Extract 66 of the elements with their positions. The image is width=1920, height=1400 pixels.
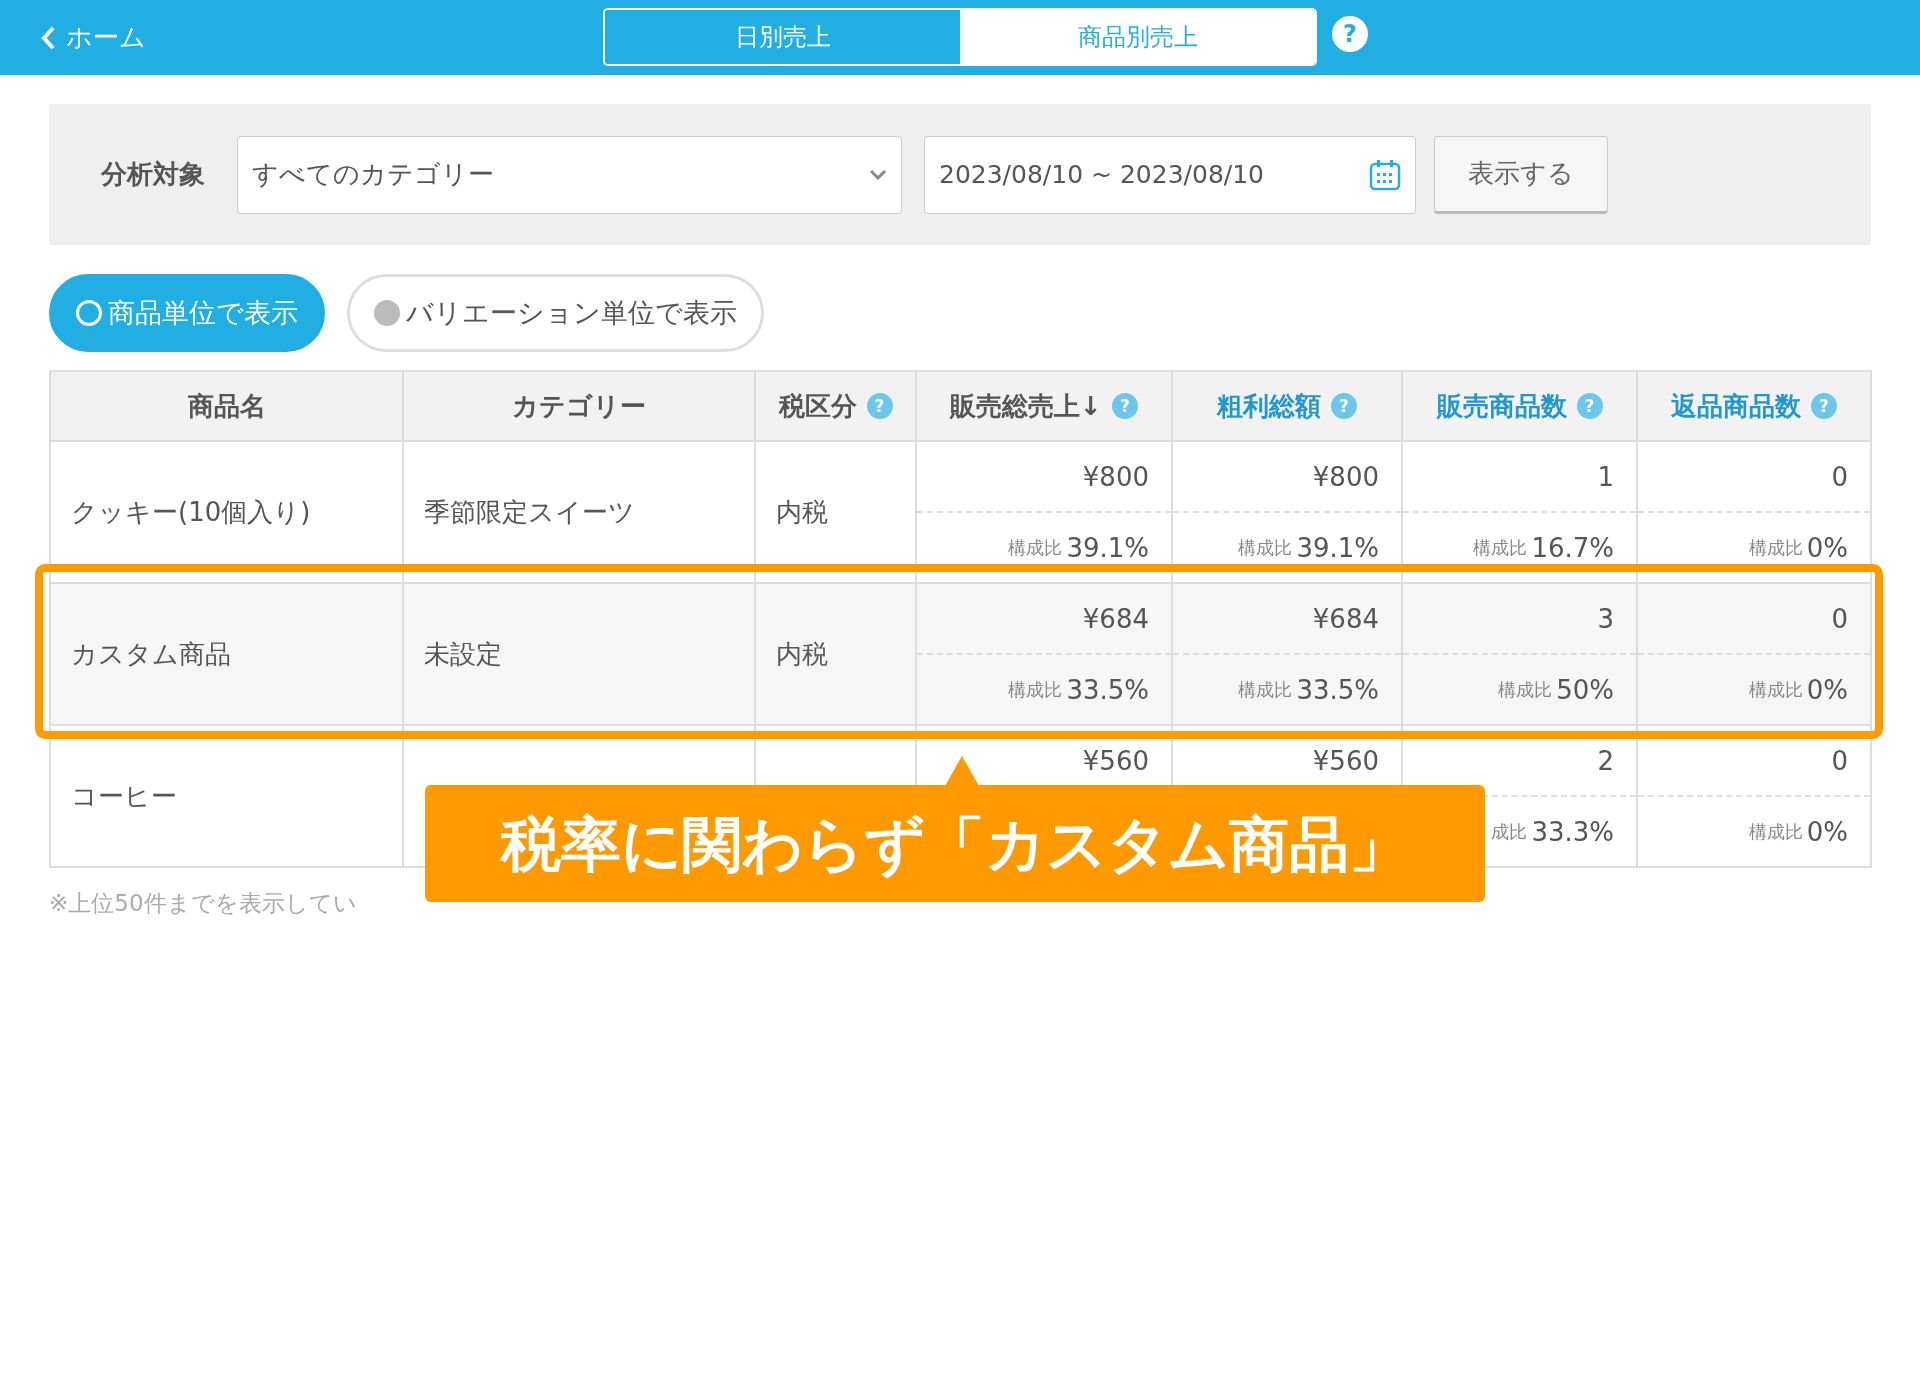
ratio-value: 33.3%: [1531, 816, 1614, 847]
calendar-icon[interactable]: [1369, 158, 1401, 191]
metric-value: ¥560: [1082, 745, 1149, 776]
metric-value: ¥684: [1082, 603, 1149, 634]
callout-banner: 税率に関わらず「カスタム商品」: [425, 785, 1485, 902]
back-button[interactable]: ホーム: [40, 20, 146, 55]
ratio-label: 構成比: [1238, 535, 1293, 560]
ratio-label: 構成比: [1748, 535, 1803, 560]
callout-pointer: [945, 756, 979, 786]
metric-value: 2: [1597, 745, 1614, 776]
column-header[interactable]: 返品商品数: [1671, 388, 1801, 424]
category-name: 季節限定スイーツ: [424, 496, 635, 527]
help-icon[interactable]: ?: [1811, 393, 1837, 419]
chevron-down-icon: [869, 168, 887, 181]
footnote: ※上位50件までを表示してい: [49, 889, 357, 918]
metric-value: 0: [1831, 745, 1848, 776]
show-button[interactable]: 表示する: [1434, 135, 1608, 214]
ratio-label: 構成比: [1748, 677, 1803, 702]
tax-type: 内税: [776, 638, 828, 669]
category-name: 未設定: [424, 638, 502, 669]
ratio-label: 構成比: [1748, 819, 1803, 844]
ratio-value: 0%: [1806, 532, 1848, 563]
ratio-value: 33.5%: [1296, 674, 1379, 705]
product-name: カスタム商品: [71, 638, 231, 669]
ratio-value: 33.5%: [1066, 674, 1149, 705]
filter-label: 分析対象: [101, 158, 206, 191]
chevron-left-icon: [40, 24, 56, 51]
tax-type: 内税: [776, 496, 828, 527]
column-header: 販売総売上↓: [950, 389, 1102, 423]
ratio-label: 構成比: [1008, 535, 1063, 560]
metric-value: 0: [1831, 603, 1848, 634]
help-icon[interactable]: ?: [866, 393, 893, 419]
ratio-label: 構成比: [1238, 677, 1293, 702]
view-toggle-option[interactable]: バリエーション単位で表示: [347, 274, 764, 352]
metric-value: 0: [1831, 461, 1848, 492]
help-button[interactable]: ?: [1332, 16, 1368, 52]
ratio-value: 50%: [1556, 674, 1614, 705]
ratio-value: 0%: [1806, 674, 1848, 705]
metric-value: ¥800: [1312, 461, 1379, 492]
metric-value: ¥800: [1082, 461, 1149, 492]
ratio-value: 39.1%: [1066, 532, 1149, 563]
category-dropdown[interactable]: すべてのカテゴリー: [237, 135, 902, 214]
product-name: クッキー(10個入り): [71, 496, 311, 527]
column-header[interactable]: 粗利総額: [1217, 388, 1321, 424]
ratio-label: 構成比: [1473, 535, 1528, 560]
help-icon[interactable]: ?: [1331, 393, 1357, 419]
ratio-value: 0%: [1806, 816, 1848, 847]
metric-value: ¥560: [1312, 745, 1379, 776]
help-icon[interactable]: ?: [1576, 393, 1603, 419]
view-toggle-option[interactable]: 商品単位で表示: [49, 274, 325, 352]
ratio-label: 成比: [1491, 819, 1528, 844]
column-header: カテゴリー: [512, 389, 646, 423]
column-header: 税区分: [778, 389, 857, 423]
ratio-value: 16.7%: [1531, 532, 1614, 563]
metric-value: 1: [1597, 461, 1614, 492]
ratio-label: 構成比: [1008, 677, 1063, 702]
metric-value: ¥684: [1312, 603, 1379, 634]
metric-value: 3: [1597, 603, 1614, 634]
column-header[interactable]: 販売商品数: [1436, 388, 1567, 424]
column-header: 商品名: [187, 389, 266, 423]
help-icon[interactable]: ?: [1111, 393, 1138, 419]
ratio-value: 39.1%: [1296, 532, 1379, 563]
tab[interactable]: 商品別売上: [960, 10, 1315, 64]
product-name: コーヒー: [71, 780, 177, 811]
date-range-field[interactable]: 2023/08/10 ~ 2023/08/10: [924, 135, 1416, 214]
ratio-label: 構成比: [1498, 677, 1553, 702]
